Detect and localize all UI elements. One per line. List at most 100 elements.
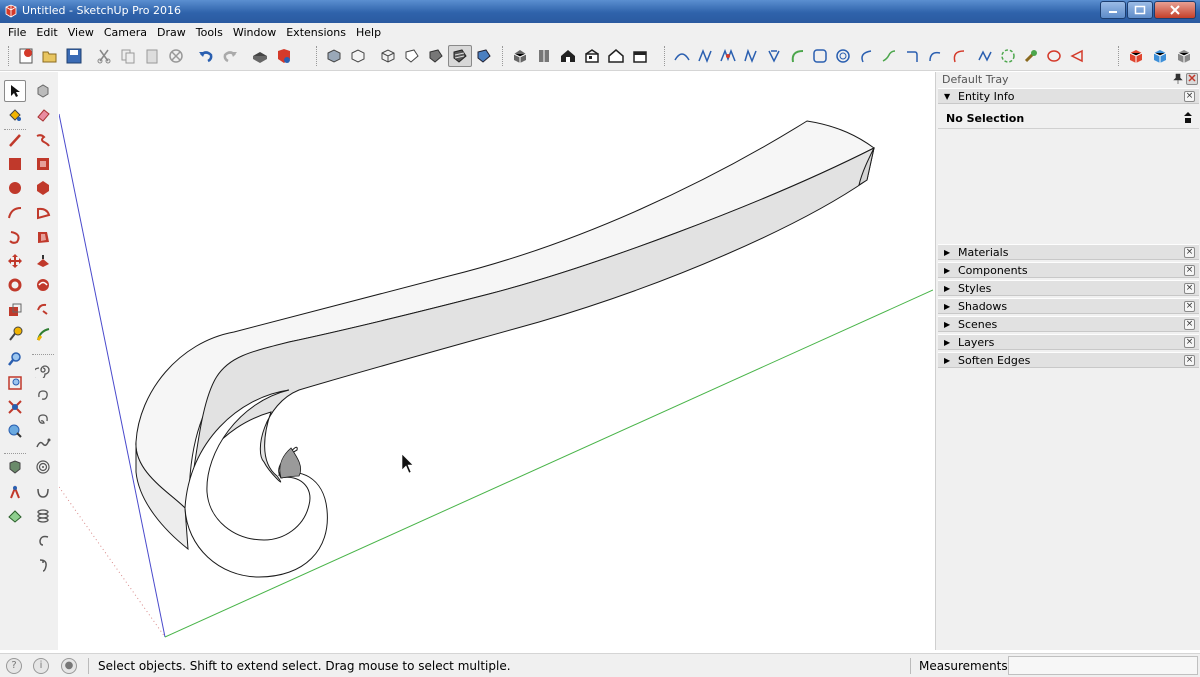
top-view-icon[interactable]: [532, 45, 556, 67]
polygon-icon[interactable]: [32, 177, 54, 199]
panel-styles[interactable]: ▶ Styles ×: [938, 280, 1199, 296]
scale-icon[interactable]: [4, 299, 26, 321]
copy-icon[interactable]: [116, 45, 140, 67]
dimension-icon[interactable]: [32, 323, 54, 345]
close-icon[interactable]: [1154, 1, 1196, 19]
expand-triangle-icon[interactable]: ▶: [944, 248, 950, 257]
hidden-line-icon[interactable]: [400, 45, 424, 67]
helix-icon[interactable]: [32, 432, 54, 454]
menu-view[interactable]: View: [63, 26, 99, 39]
geo-location-icon[interactable]: ?: [6, 658, 22, 674]
eraser-icon[interactable]: [32, 104, 54, 126]
back-edges-icon[interactable]: [346, 45, 370, 67]
collapse-triangle-icon[interactable]: ▼: [944, 92, 950, 101]
front-view-icon[interactable]: [556, 45, 580, 67]
panel-shadows[interactable]: ▶ Shadows ×: [938, 298, 1199, 314]
spiral-ccw-icon[interactable]: [32, 408, 54, 430]
ellipse-arc-icon[interactable]: [946, 45, 969, 67]
zoom-extents-icon[interactable]: [4, 396, 26, 418]
panel-close-icon[interactable]: ×: [1184, 319, 1195, 330]
menu-window[interactable]: Window: [228, 26, 281, 39]
new-icon[interactable]: [14, 45, 38, 67]
panel-components[interactable]: ▶ Components ×: [938, 262, 1199, 278]
expand-triangle-icon[interactable]: ▶: [944, 356, 950, 365]
circle-curve-icon[interactable]: [831, 45, 854, 67]
toolbar-grip[interactable]: [316, 46, 319, 66]
rectangle-icon[interactable]: [4, 153, 26, 175]
extension-warehouse-icon[interactable]: [1172, 45, 1196, 67]
erase-icon[interactable]: [164, 45, 188, 67]
back-view-icon[interactable]: [604, 45, 628, 67]
line-icon[interactable]: [4, 129, 26, 151]
spring-icon[interactable]: [32, 505, 54, 527]
select-icon[interactable]: [4, 80, 26, 102]
settings-tool-icon[interactable]: [1019, 45, 1042, 67]
cut-icon[interactable]: [92, 45, 116, 67]
freehand-tool-icon[interactable]: [32, 129, 54, 151]
toolbar-grip[interactable]: [664, 46, 667, 66]
credits-icon[interactable]: i: [33, 658, 49, 674]
rotate-icon[interactable]: [4, 274, 26, 296]
user-account-icon[interactable]: ●: [61, 658, 77, 674]
pin-icon[interactable]: [1172, 73, 1184, 85]
spiral-icon[interactable]: [32, 359, 54, 381]
expand-triangle-icon[interactable]: ▶: [944, 320, 950, 329]
divider-curve-icon[interactable]: [973, 45, 996, 67]
protractor-icon[interactable]: [32, 299, 54, 321]
arc-3pt-icon[interactable]: [854, 45, 877, 67]
save-icon[interactable]: [62, 45, 86, 67]
scene-canvas[interactable]: [59, 72, 933, 650]
cubic-bezier-icon[interactable]: [739, 45, 762, 67]
panel-scenes[interactable]: ▶ Scenes ×: [938, 316, 1199, 332]
freehand-icon[interactable]: [877, 45, 900, 67]
position-camera-icon[interactable]: [4, 420, 26, 442]
panel-close-icon[interactable]: ×: [1184, 91, 1195, 102]
spiral-up-icon[interactable]: [32, 481, 54, 503]
curl-icon[interactable]: [32, 530, 54, 552]
rotated-arc-icon[interactable]: [4, 226, 26, 248]
arc-bulge-icon[interactable]: [923, 45, 946, 67]
shaded-textures-icon[interactable]: [448, 45, 472, 67]
look-around-icon[interactable]: [4, 481, 26, 503]
menu-edit[interactable]: Edit: [31, 26, 62, 39]
measurements-input[interactable]: [1008, 656, 1198, 675]
circle-icon[interactable]: [4, 177, 26, 199]
left-view-icon[interactable]: [628, 45, 652, 67]
menu-camera[interactable]: Camera: [99, 26, 152, 39]
expand-triangle-icon[interactable]: ▶: [944, 302, 950, 311]
expand-triangle-icon[interactable]: ▶: [944, 338, 950, 347]
model-info-icon[interactable]: [272, 45, 296, 67]
move-icon[interactable]: [4, 250, 26, 272]
zoom-window-icon[interactable]: [4, 372, 26, 394]
polyline-icon[interactable]: [670, 45, 693, 67]
make-component-icon[interactable]: [32, 80, 54, 102]
follow-me-icon[interactable]: [32, 250, 54, 272]
minimize-icon[interactable]: [1100, 1, 1126, 19]
monochrome-icon[interactable]: [472, 45, 496, 67]
menu-extensions[interactable]: Extensions: [281, 26, 351, 39]
paste-icon[interactable]: [140, 45, 164, 67]
pie-icon[interactable]: [32, 202, 54, 224]
menu-draw[interactable]: Draw: [152, 26, 191, 39]
b-spline-icon[interactable]: [762, 45, 785, 67]
spiral-flat-icon[interactable]: [32, 456, 54, 478]
panel-close-icon[interactable]: ×: [1184, 283, 1195, 294]
walk-icon[interactable]: [4, 456, 26, 478]
modeling-viewport[interactable]: [59, 72, 933, 650]
offset-icon[interactable]: [32, 274, 54, 296]
maximize-icon[interactable]: [1127, 1, 1153, 19]
xray-icon[interactable]: [322, 45, 346, 67]
panel-close-icon[interactable]: ×: [1184, 355, 1195, 366]
spiral-cw-icon[interactable]: [32, 384, 54, 406]
push-pull-icon[interactable]: [32, 226, 54, 248]
wireframe-icon[interactable]: [376, 45, 400, 67]
section-plane-icon[interactable]: [4, 505, 26, 527]
curve-fit-icon[interactable]: [900, 45, 923, 67]
toolbar-grip[interactable]: [1118, 46, 1121, 66]
menu-help[interactable]: Help: [351, 26, 386, 39]
panel-entity-info[interactable]: ▼ Entity Info ×: [938, 88, 1199, 104]
triangle-curve-icon[interactable]: [1065, 45, 1088, 67]
panel-soften-edges[interactable]: ▶ Soften Edges ×: [938, 352, 1199, 368]
panel-close-icon[interactable]: ×: [1184, 301, 1195, 312]
toolbar-grip[interactable]: [8, 46, 11, 66]
